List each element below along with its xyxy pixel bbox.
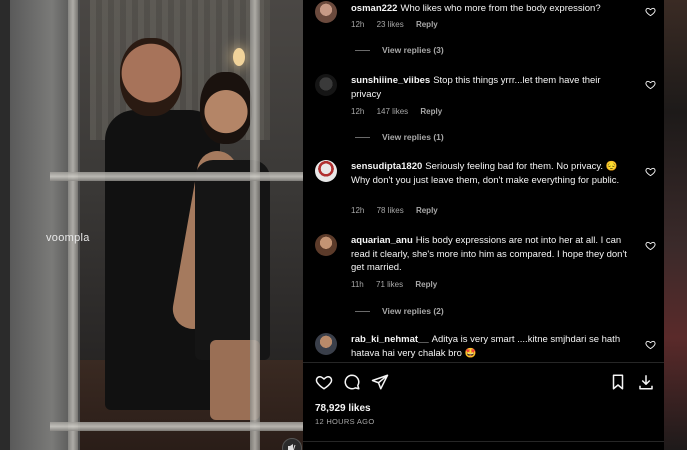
comment-likes[interactable]: 78 likes	[377, 206, 404, 215]
comment-meta: 12h 78 likes Reply	[351, 206, 448, 215]
comment-meta: 12h 147 likes Reply	[351, 107, 452, 116]
post-timestamp: 12 HOURS AGO	[315, 417, 375, 426]
comment-text: Who likes who more from the body express…	[400, 3, 601, 14]
heart-icon[interactable]	[645, 6, 656, 17]
post-action-bar: 78,929 likes 12 HOURS AGO • • •	[303, 362, 664, 450]
heart-icon[interactable]	[645, 240, 656, 251]
view-replies-button[interactable]: View replies (1)	[355, 132, 444, 142]
avatar[interactable]	[315, 160, 337, 182]
audio-icon	[288, 444, 296, 450]
reply-button[interactable]: Reply	[415, 280, 437, 289]
comment-text-row: rab_ki_nehmat__ Aditya is very smart ....…	[351, 333, 633, 360]
download-icon[interactable]	[637, 373, 655, 391]
comment-time: 12h	[351, 107, 365, 116]
reply-button[interactable]: Reply	[416, 20, 438, 29]
window-bar	[50, 422, 303, 431]
share-icon[interactable]	[371, 373, 389, 391]
window-bar	[250, 0, 260, 450]
comment-username[interactable]: rab_ki_nehmat__	[351, 334, 429, 345]
comment-text-row: aquarian_anu His body expressions are not…	[351, 234, 633, 275]
avatar[interactable]	[315, 333, 337, 355]
woman-head	[200, 72, 252, 144]
view-replies-label: View replies (3)	[382, 45, 444, 55]
comment-time: 12h	[351, 206, 365, 215]
comment-username[interactable]: sunshiiine_viibes	[351, 75, 430, 86]
reply-button[interactable]: Reply	[420, 107, 442, 116]
comment-text-row: sensudipta1820 Seriously feeling bad for …	[351, 160, 633, 187]
avatar[interactable]	[315, 234, 337, 256]
avatar[interactable]	[315, 1, 337, 23]
background-edge	[664, 0, 687, 450]
comments-panel: osman222 Who likes who more from the body…	[303, 0, 664, 450]
divider	[303, 441, 664, 442]
post-media[interactable]: voompla	[10, 0, 303, 450]
window-bar	[68, 0, 78, 450]
comment-username[interactable]: osman222	[351, 3, 397, 14]
post-likes-count[interactable]: 78,929 likes	[315, 403, 371, 414]
avatar[interactable]	[315, 74, 337, 96]
comment-text-row: sunshiiine_viibes Stop this things yrrr..…	[351, 74, 633, 101]
view-replies-label: View replies (2)	[382, 306, 444, 316]
lamp-light	[233, 48, 245, 66]
comment-icon[interactable]	[343, 373, 361, 391]
comment-likes[interactable]: 23 likes	[377, 20, 404, 29]
window-bar	[50, 172, 303, 181]
comment-meta: 12h 23 likes Reply	[351, 20, 448, 29]
media-watermark: voompla	[46, 232, 90, 244]
view-replies-button[interactable]: View replies (3)	[355, 45, 444, 55]
comment-username[interactable]: aquarian_anu	[351, 235, 413, 246]
man-head	[120, 38, 182, 116]
comment-text-row: osman222 Who likes who more from the body…	[351, 2, 633, 16]
comment-username[interactable]: sensudipta1820	[351, 161, 422, 172]
bookmark-icon[interactable]	[609, 373, 627, 391]
view-replies-button[interactable]: View replies (2)	[355, 306, 444, 316]
comment-meta: 11h 71 likes Reply	[351, 280, 447, 289]
comment-time: 11h	[351, 280, 364, 289]
heart-icon[interactable]	[645, 79, 656, 90]
heart-icon[interactable]	[315, 373, 333, 391]
comment-likes[interactable]: 147 likes	[377, 107, 409, 116]
heart-icon[interactable]	[645, 339, 656, 350]
comment-likes[interactable]: 71 likes	[376, 280, 403, 289]
heart-icon[interactable]	[645, 166, 656, 177]
comment-list[interactable]: osman222 Who likes who more from the body…	[303, 0, 664, 362]
comment-time: 12h	[351, 20, 365, 29]
view-replies-label: View replies (1)	[382, 132, 444, 142]
reply-button[interactable]: Reply	[416, 206, 438, 215]
